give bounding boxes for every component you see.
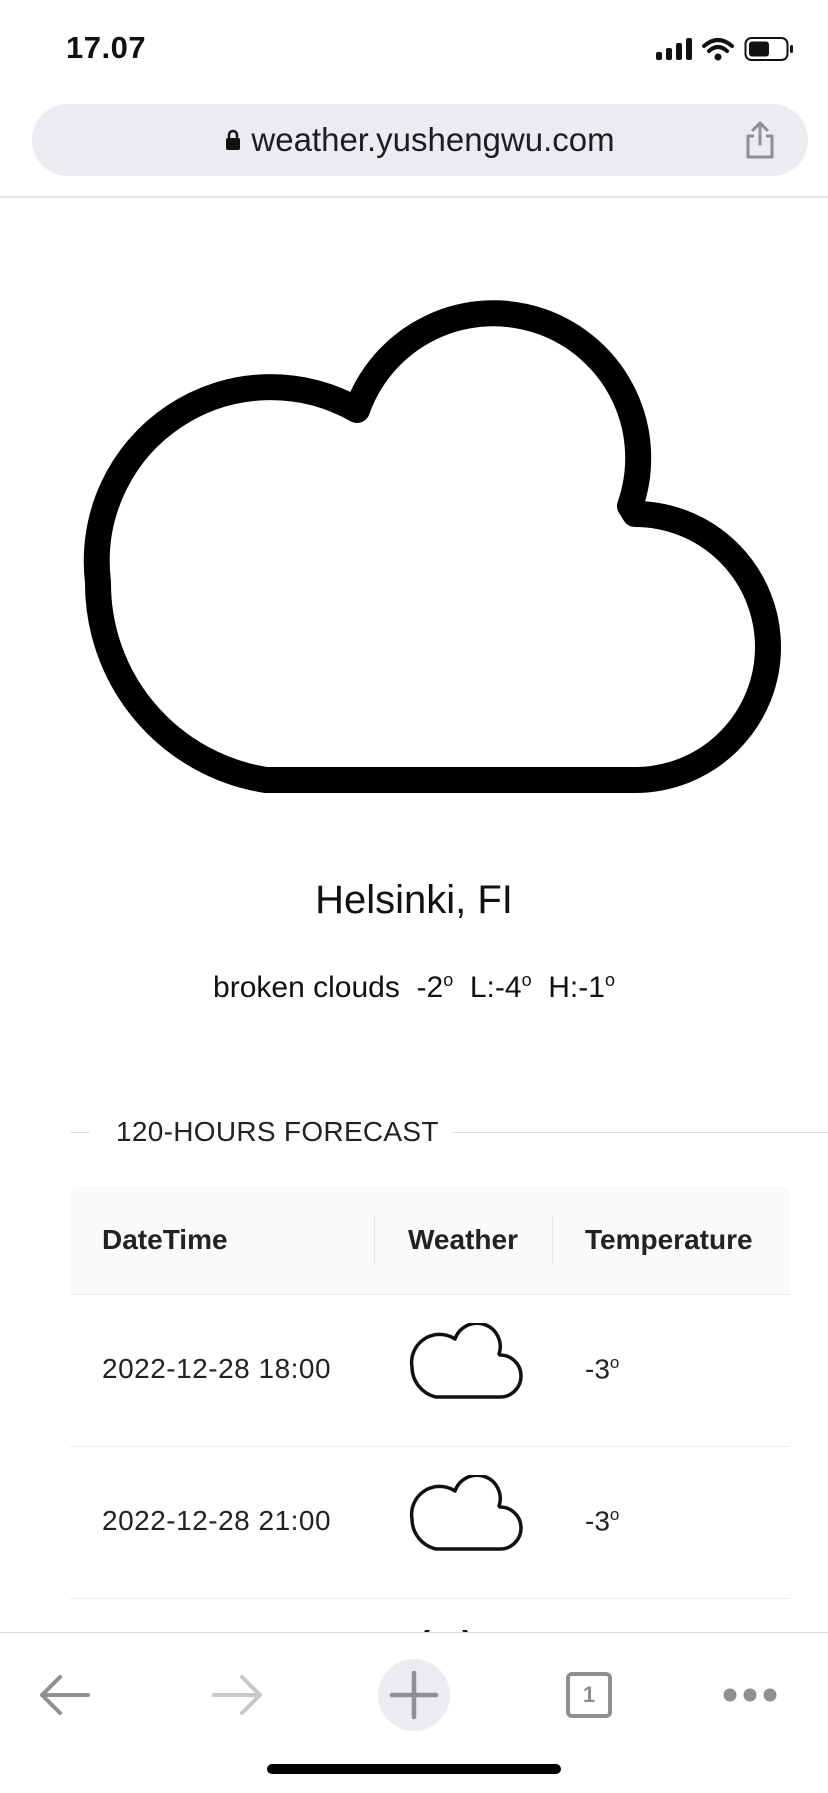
degree-symbol: o [443, 970, 454, 990]
share-icon[interactable] [742, 120, 778, 160]
row-temperature: -3o [585, 1353, 619, 1385]
current-summary: broken clouds -2o L:-4o H:-1o [0, 970, 828, 1005]
wifi-icon [702, 38, 734, 61]
high-temperature: H:-1 [548, 971, 605, 1004]
battery-icon [744, 37, 793, 61]
status-bar: 17.07 [0, 0, 828, 96]
column-separator [374, 1216, 375, 1264]
cloud-icon [83, 300, 781, 793]
toolbar-divider [0, 196, 828, 198]
temperature-value: -3 [585, 1353, 610, 1385]
degree-symbol: o [521, 970, 532, 990]
lock-icon [226, 129, 241, 150]
current-temperature: -2 [416, 971, 444, 1004]
address-bar[interactable]: weather.yushengwu.com [32, 104, 808, 176]
cloud-icon [409, 1475, 523, 1551]
weather-condition: broken clouds [213, 971, 400, 1004]
row-datetime: 2022-12-28 21:00 [102, 1505, 332, 1536]
row-datetime: 2022-12-28 18:00 [102, 1353, 332, 1384]
column-separator [552, 1216, 553, 1264]
degree-symbol: o [609, 1353, 620, 1372]
cloud-icon [409, 1323, 523, 1399]
home-indicator[interactable] [267, 1764, 561, 1774]
row-temperature: -3o [585, 1505, 619, 1537]
column-header-datetime[interactable]: DateTime [102, 1224, 228, 1256]
url-text: weather.yushengwu.com [251, 121, 615, 158]
forward-arrow-icon[interactable] [212, 1673, 264, 1717]
forecast-divider: 120-HOURS FORECAST [70, 1112, 828, 1152]
divider-line [452, 1132, 828, 1133]
temperature-value: -3 [585, 1505, 610, 1537]
column-header-weather[interactable]: Weather [408, 1224, 518, 1256]
table-header: DateTime Weather Temperature [70, 1186, 790, 1295]
table-row: 2022-12-28 18:00 -3o [70, 1295, 790, 1447]
more-menu-icon[interactable] [722, 1687, 778, 1703]
table-row: 2022-12-28 21:00 -3o [70, 1447, 790, 1599]
city-name: Helsinki, FI [315, 878, 513, 922]
low-temperature: L:-4 [469, 971, 522, 1004]
degree-symbol: o [609, 1505, 620, 1524]
tab-count: 1 [566, 1672, 612, 1718]
new-tab-button[interactable] [378, 1659, 450, 1731]
back-arrow-icon[interactable] [38, 1673, 90, 1717]
tabs-button[interactable]: 1 [566, 1672, 612, 1718]
column-header-temperature[interactable]: Temperature [585, 1224, 753, 1256]
cellular-signal-icon [656, 38, 692, 60]
status-icons [656, 36, 794, 62]
degree-symbol: o [604, 970, 615, 990]
status-time: 17.07 [66, 30, 147, 65]
forecast-table: DateTime Weather Temperature 2022-12-28 … [70, 1186, 790, 1599]
forecast-title: 120-HOURS FORECAST [116, 1116, 439, 1147]
divider-line [70, 1132, 90, 1133]
